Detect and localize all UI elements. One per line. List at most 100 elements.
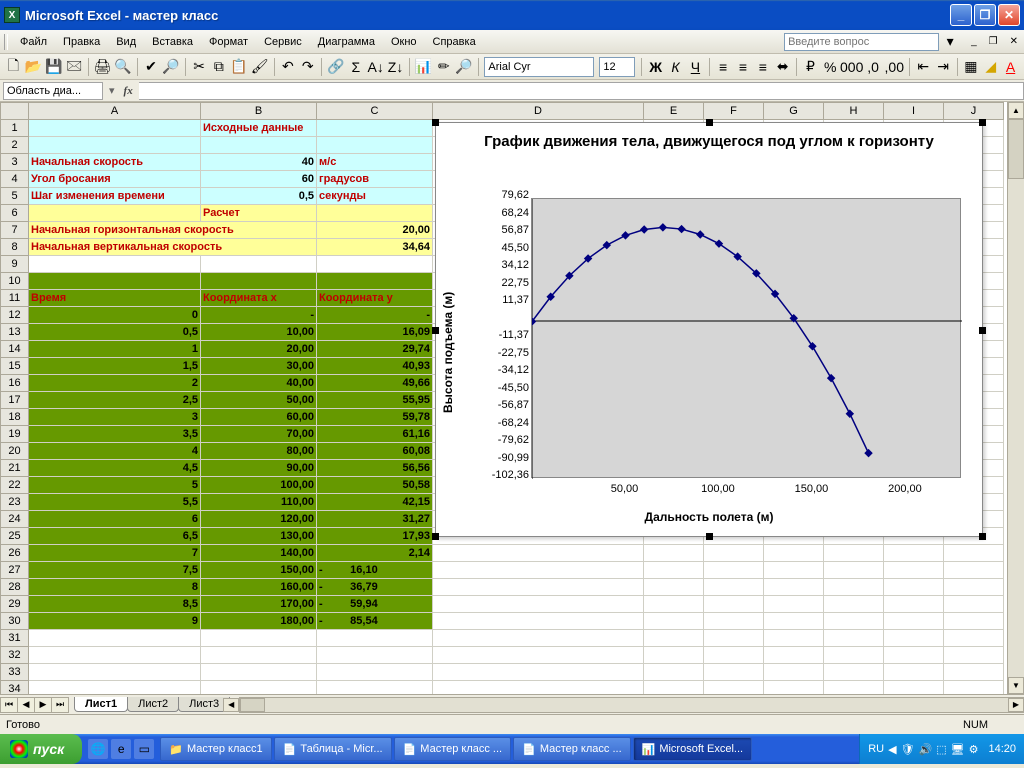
cell[interactable]: 120,00 — [201, 511, 317, 528]
cell[interactable]: 7 — [29, 545, 201, 562]
tray-icon[interactable]: ⬚ — [936, 743, 946, 756]
cell[interactable]: 40,00 — [201, 375, 317, 392]
col-header[interactable]: D — [433, 103, 644, 120]
cell[interactable]: 150,00 — [201, 562, 317, 579]
bold-icon[interactable]: Ж — [646, 56, 665, 78]
cell[interactable]: 49,66 — [317, 375, 433, 392]
row-header[interactable]: 33 — [1, 664, 29, 681]
cell[interactable]: 2 — [29, 375, 201, 392]
inc-decimal-icon[interactable]: ,0 — [864, 56, 883, 78]
cell[interactable]: Время — [29, 290, 201, 307]
cell[interactable]: 170,00 — [201, 596, 317, 613]
cell[interactable]: 8,5 — [29, 596, 201, 613]
row-header[interactable]: 4 — [1, 171, 29, 188]
col-header[interactable]: J — [944, 103, 1004, 120]
menu-help[interactable]: Справка — [425, 33, 484, 51]
quicklaunch-icon[interactable]: ▭ — [134, 739, 154, 759]
quicklaunch-icon[interactable]: e — [111, 739, 131, 759]
cell[interactable]: 1 — [29, 341, 201, 358]
underline-icon[interactable]: Ч — [686, 56, 705, 78]
permission-icon[interactable]: 🖂 — [65, 56, 84, 78]
cell[interactable]: Координата у — [317, 290, 433, 307]
format-painter-icon[interactable]: 🖌 — [250, 56, 270, 78]
col-header[interactable]: C — [317, 103, 433, 120]
percent-icon[interactable]: % — [821, 56, 840, 78]
cell[interactable]: 10,00 — [201, 324, 317, 341]
cell[interactable]: 30,00 — [201, 358, 317, 375]
row-header[interactable]: 16 — [1, 375, 29, 392]
close-button[interactable]: ✕ — [998, 4, 1020, 26]
col-header[interactable]: B — [201, 103, 317, 120]
row-header[interactable]: 30 — [1, 613, 29, 630]
scroll-up-icon[interactable]: ▲ — [1008, 102, 1024, 119]
cell[interactable]: 9 — [29, 613, 201, 630]
cell[interactable]: 3,5 — [29, 426, 201, 443]
cell[interactable]: Начальная горизонтальная скорость — [29, 222, 317, 239]
row-header[interactable]: 7 — [1, 222, 29, 239]
row-header[interactable]: 24 — [1, 511, 29, 528]
row-header[interactable]: 26 — [1, 545, 29, 562]
cell[interactable]: 16,09 — [317, 324, 433, 341]
chart-title[interactable]: График движения тела, движущегося под уг… — [436, 123, 982, 158]
menu-window[interactable]: Окно — [383, 33, 425, 51]
row-header[interactable]: 11 — [1, 290, 29, 307]
row-header[interactable]: 32 — [1, 647, 29, 664]
cell[interactable]: Расчет — [201, 205, 317, 222]
row-header[interactable]: 19 — [1, 426, 29, 443]
system-tray[interactable]: RU ◀ 🛡 🔊 ⬚ 🖥 ⚙ 14:20 — [859, 734, 1024, 764]
align-left-icon[interactable]: ≡ — [714, 56, 733, 78]
plot-area[interactable] — [531, 198, 961, 478]
cell[interactable]: 34,64 — [317, 239, 433, 256]
font-color-icon[interactable]: A — [1001, 56, 1020, 78]
row-header[interactable]: 27 — [1, 562, 29, 579]
redo-icon[interactable]: ↷ — [298, 56, 317, 78]
menu-view[interactable]: Вид — [108, 33, 144, 51]
spell-icon[interactable]: ✔ — [142, 56, 161, 78]
quicklaunch-icon[interactable]: 🌐 — [88, 739, 108, 759]
cell[interactable]: 2,14 — [317, 545, 433, 562]
cell[interactable]: 70,00 — [201, 426, 317, 443]
cell[interactable]: 4 — [29, 443, 201, 460]
cell[interactable]: Угол бросания — [29, 171, 201, 188]
cell[interactable]: 60 — [201, 171, 317, 188]
row-header[interactable]: 14 — [1, 341, 29, 358]
sort-desc-icon[interactable]: Z↓ — [386, 56, 405, 78]
cell[interactable]: 17,93 — [317, 528, 433, 545]
cell[interactable]: 160,00 — [201, 579, 317, 596]
cell[interactable]: 8 — [29, 579, 201, 596]
tab-nav-prev[interactable]: ◀ — [17, 697, 35, 713]
cell[interactable]: секунды — [317, 188, 433, 205]
row-header[interactable]: 29 — [1, 596, 29, 613]
zoom-icon[interactable]: 🔎 — [454, 56, 473, 78]
workbook-restore[interactable]: ❐ — [987, 36, 1000, 47]
cell[interactable]: Шаг изменения времени — [29, 188, 201, 205]
row-header[interactable]: 1 — [1, 120, 29, 137]
vertical-scrollbar[interactable]: ▲ ▼ — [1007, 102, 1024, 694]
save-icon[interactable]: 💾 — [44, 56, 63, 78]
cell[interactable]: 29,74 — [317, 341, 433, 358]
row-header[interactable]: 20 — [1, 443, 29, 460]
cell[interactable]: 180,00 — [201, 613, 317, 630]
cell[interactable]: - 59,94 — [317, 596, 433, 613]
row-header[interactable]: 21 — [1, 460, 29, 477]
horizontal-scrollbar[interactable]: ◀ ▶ — [239, 697, 1024, 713]
cell[interactable]: - 85,54 — [317, 613, 433, 630]
row-header[interactable]: 34 — [1, 681, 29, 695]
workbook-minimize[interactable]: _ — [969, 36, 979, 47]
cell[interactable]: 60,08 — [317, 443, 433, 460]
tray-icon[interactable]: ⚙ — [969, 743, 979, 756]
lang-indicator[interactable]: RU — [868, 743, 884, 755]
cell[interactable]: 140,00 — [201, 545, 317, 562]
formula-input[interactable] — [139, 82, 1024, 100]
row-header[interactable]: 17 — [1, 392, 29, 409]
drawing-icon[interactable]: ✏ — [434, 56, 453, 78]
col-header[interactable]: E — [644, 103, 704, 120]
cell[interactable]: - 16,10 — [317, 562, 433, 579]
cell[interactable]: - 36,79 — [317, 579, 433, 596]
hscroll-thumb[interactable] — [240, 698, 265, 712]
comma-icon[interactable]: 000 — [841, 56, 863, 78]
borders-icon[interactable]: ▦ — [961, 56, 980, 78]
fx-icon[interactable]: fx — [118, 85, 139, 97]
task-button[interactable]: 📄 Мастер класс ... — [513, 737, 631, 761]
cell[interactable]: Координата х — [201, 290, 317, 307]
